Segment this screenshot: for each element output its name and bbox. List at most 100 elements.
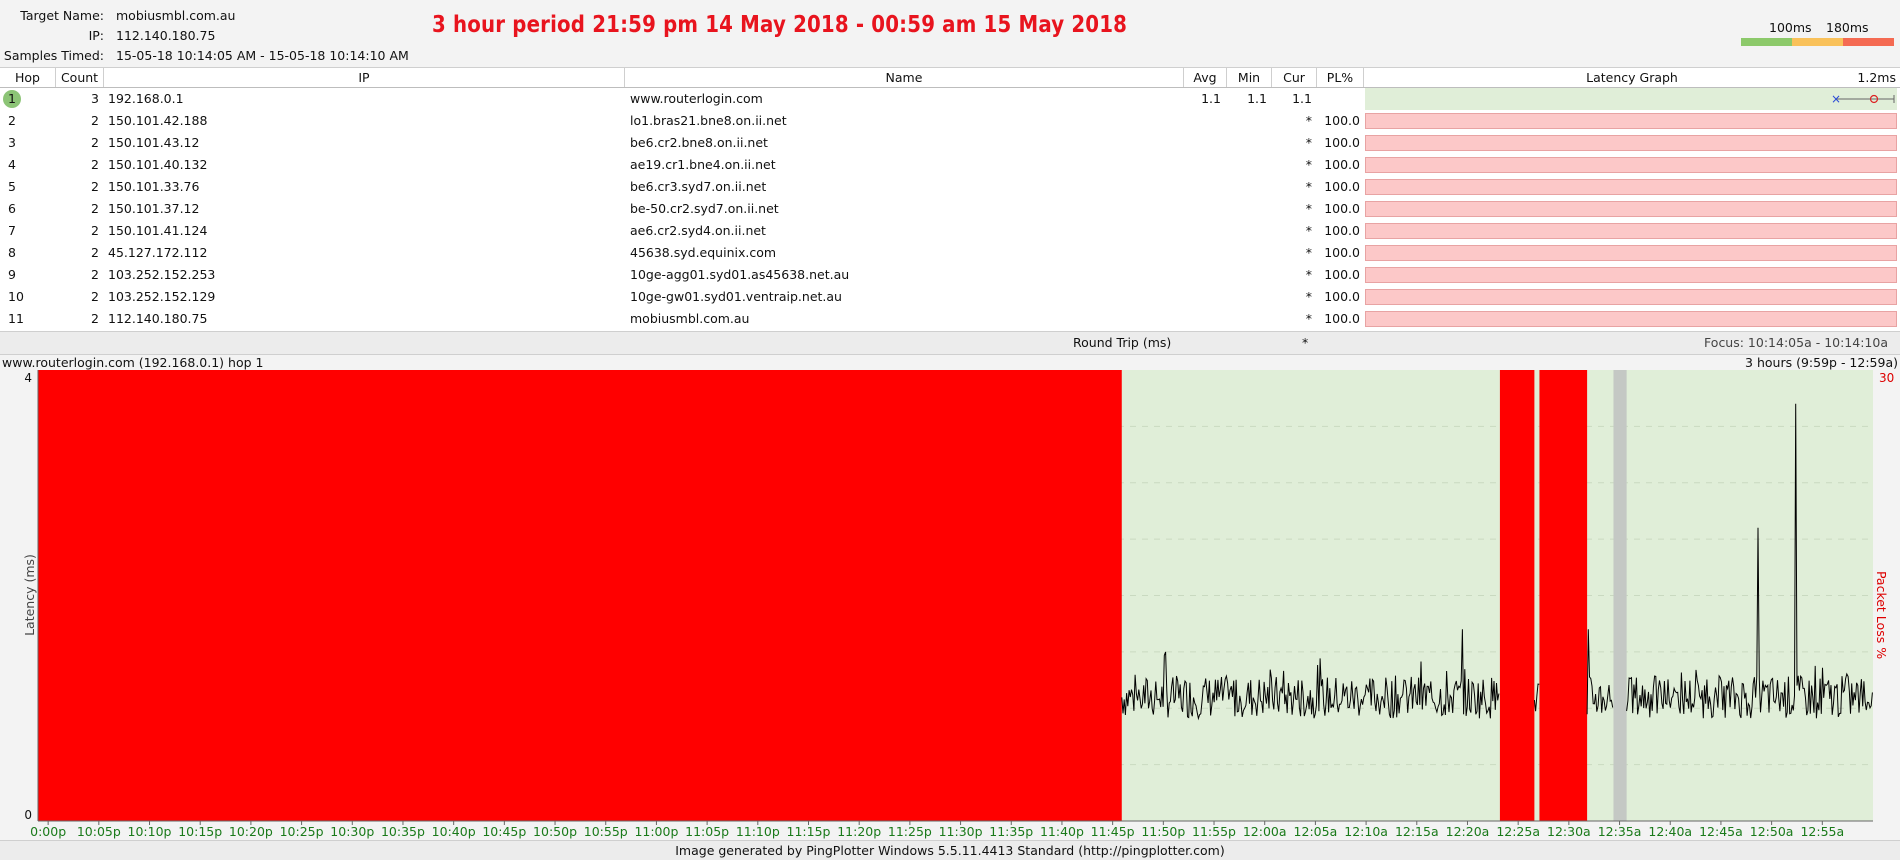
x-tick-label: 10:35p	[381, 824, 425, 839]
hop-ip: 150.101.40.132	[108, 157, 208, 172]
col-hop[interactable]: Hop	[0, 68, 56, 87]
col-min[interactable]: Min	[1227, 68, 1272, 87]
threshold-180: 180ms	[1826, 20, 1869, 35]
focus-range[interactable]: Focus: 10:14:05a - 10:14:10a	[1704, 332, 1888, 354]
samples-value: 15-05-18 10:14:05 AM - 15-05-18 10:14:10…	[116, 48, 409, 63]
hop-name: ae6.cr2.syd4.on.ii.net	[630, 223, 766, 238]
hop-cur: *	[1305, 179, 1312, 194]
col-cur[interactable]: Cur	[1272, 68, 1317, 87]
hop-cur: *	[1305, 201, 1312, 216]
x-tick-label: 12:10a	[1344, 824, 1388, 839]
table-row[interactable]: 2 2 150.101.42.188 lo1.bras21.bne8.on.ii.ne…	[0, 110, 1900, 132]
hop-ip: 103.252.152.129	[108, 289, 216, 304]
table-row[interactable]: 11 2 112.140.180.75 mobiusmbl.com.au * 100.0	[0, 308, 1900, 330]
x-tick-label: 10:20p	[229, 824, 273, 839]
hop-min	[1227, 110, 1267, 132]
hop-min: 1.1	[1247, 91, 1267, 106]
hop-count: 2	[91, 311, 99, 326]
table-row[interactable]: 1 3 192.168.0.1 www.routerlogin.com 1.1 1.1 1.…	[0, 88, 1900, 110]
packet-loss-band	[1499, 370, 1535, 821]
x-tick-label: 11:25p	[888, 824, 932, 839]
hop-count: 2	[91, 157, 99, 172]
hop-min	[1227, 220, 1267, 242]
hop-ip: 150.101.42.188	[108, 113, 208, 128]
col-ip[interactable]: IP	[104, 68, 625, 87]
hop-cur: 1.1	[1292, 91, 1312, 106]
hop-pl: 100.0	[1324, 311, 1360, 326]
table-row[interactable]: 4 2 150.101.40.132 ae19.cr1.bne4.on.ii.net *…	[0, 154, 1900, 176]
threshold-color-bar	[1741, 38, 1894, 46]
table-row[interactable]: 10 2 103.252.152.129 10ge-gw01.syd01.ventra…	[0, 286, 1900, 308]
hop-latency-bar	[1365, 223, 1897, 239]
hop-number: 7	[8, 223, 16, 238]
latency-chart[interactable]: 4 0 30 Latency (ms) Packet Loss % 0:00p 10:05p…	[0, 370, 1900, 840]
hop-name: 45638.syd.equinix.com	[630, 245, 777, 260]
x-tick-label: 11:30p	[939, 824, 983, 839]
table-header-row: Hop Count IP Name Avg Min Cur PL% Latenc…	[0, 68, 1900, 88]
x-tick-label: 12:30a	[1547, 824, 1591, 839]
x-tick-label: 10:15p	[178, 824, 222, 839]
hop-pl: 100.0	[1324, 179, 1360, 194]
hop-cur: *	[1305, 113, 1312, 128]
table-row[interactable]: 7 2 150.101.41.124 ae6.cr2.syd4.on.ii.net * 1…	[0, 220, 1900, 242]
hop-number: 2	[8, 113, 16, 128]
latency-markers: ×	[1831, 92, 1895, 106]
col-pl[interactable]: PL%	[1317, 68, 1364, 87]
hop-ip: 103.252.152.253	[108, 267, 216, 282]
y-axis-title: Latency (ms)	[22, 554, 37, 636]
hop-number: 10	[8, 289, 24, 304]
table-row[interactable]: 9 2 103.252.152.253 10ge-agg01.syd01.as4563…	[0, 264, 1900, 286]
x-tick-label: 10:50p	[533, 824, 577, 839]
hop-latency-bar	[1365, 311, 1897, 327]
hop-cur: *	[1305, 311, 1312, 326]
y2-tick-label: 30	[1879, 371, 1894, 385]
table-row[interactable]: 5 2 150.101.33.76 be6.cr3.syd7.on.ii.net * 10…	[0, 176, 1900, 198]
hop-count: 2	[91, 201, 99, 216]
hop-status-dot: 1	[3, 90, 21, 108]
hop-min	[1227, 176, 1267, 198]
hop-count: 2	[91, 223, 99, 238]
target-name-value: mobiusmbl.com.au	[116, 8, 236, 23]
hop-avg	[1184, 286, 1221, 308]
threshold-100: 100ms	[1769, 20, 1812, 35]
hop-ip: 150.101.43.12	[108, 135, 200, 150]
hop-cur: *	[1305, 267, 1312, 282]
hop-pl	[1317, 88, 1360, 110]
hop-latency-bar	[1365, 289, 1897, 305]
hop-count: 2	[91, 289, 99, 304]
x-tick-label: 11:20p	[837, 824, 881, 839]
table-row[interactable]: 3 2 150.101.43.12 be6.cr2.bne8.on.ii.net * 10…	[0, 132, 1900, 154]
col-name[interactable]: Name	[625, 68, 1184, 87]
hop-number: 11	[8, 311, 24, 326]
hop-name: 10ge-agg01.syd01.as45638.net.au	[630, 267, 850, 282]
graph-title-bar: www.routerlogin.com (192.168.0.1) hop 1 …	[0, 354, 1900, 371]
hop-avg	[1184, 242, 1221, 264]
x-tick-label: 10:05p	[77, 824, 121, 839]
hop-count: 2	[91, 135, 99, 150]
y-tick-label: 4	[24, 371, 32, 385]
col-latency-graph[interactable]: Latency Graph 1.2ms	[1364, 68, 1900, 87]
x-tick-label: 12:25a	[1496, 824, 1540, 839]
hop-number: 8	[8, 245, 16, 260]
x-tick-label: 12:20a	[1446, 824, 1490, 839]
hop-count: 2	[91, 113, 99, 128]
hop-latency-bar	[1365, 201, 1897, 217]
hop-number: 6	[8, 201, 16, 216]
hop-min	[1227, 264, 1267, 286]
samples-label: Samples Timed:	[3, 48, 104, 63]
x-tick-label: 0:00p	[30, 824, 66, 839]
hop-latency-bar	[1365, 267, 1897, 283]
ip-value: 112.140.180.75	[116, 28, 216, 43]
hop-count: 3	[91, 91, 99, 106]
table-row[interactable]: 8 2 45.127.172.112 45638.syd.equinix.com * 10…	[0, 242, 1900, 264]
hop-ip: 150.101.41.124	[108, 223, 208, 238]
hop-pl: 100.0	[1324, 289, 1360, 304]
latency-chart-svg[interactable]: 4 0 30 Latency (ms) Packet Loss % 0:00p 10:05p…	[0, 370, 1900, 840]
target-name-label: Target Name:	[20, 8, 104, 23]
col-avg[interactable]: Avg	[1184, 68, 1227, 87]
table-row[interactable]: 6 2 150.101.37.12 be-50.cr2.syd7.on.ii.net *…	[0, 198, 1900, 220]
col-count[interactable]: Count	[56, 68, 104, 87]
hop-min	[1227, 132, 1267, 154]
x-tick-label: 11:50p	[1141, 824, 1185, 839]
x-tick-label: 12:50a	[1750, 824, 1794, 839]
